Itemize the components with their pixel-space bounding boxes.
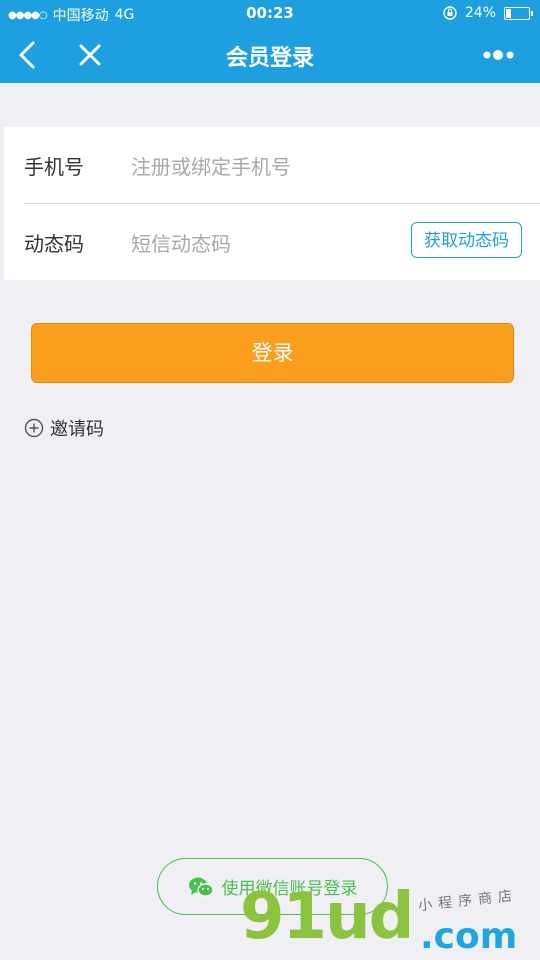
watermark: 91ud 小程序商店 .com xyxy=(240,880,530,960)
login-form: 手机号 注册或绑定手机号 动态码 短信动态码 获取动态码 xyxy=(4,127,540,280)
phone-row: 手机号 注册或绑定手机号 xyxy=(4,127,540,203)
battery-icon xyxy=(504,6,533,20)
get-code-button[interactable]: 获取动态码 xyxy=(411,222,522,258)
orientation-lock-icon xyxy=(443,6,457,20)
more-dots-icon[interactable] xyxy=(482,42,518,68)
phone-label: 手机号 xyxy=(24,155,84,179)
wechat-icon xyxy=(188,877,214,897)
invite-code-label: 邀请码 xyxy=(50,419,104,440)
watermark-logo: 91ud xyxy=(240,880,414,954)
code-row: 动态码 短信动态码 获取动态码 xyxy=(4,204,540,280)
watermark-tagline: 小程序商店 xyxy=(417,887,519,915)
login-button[interactable]: 登录 xyxy=(31,323,514,383)
battery-percent: 24% xyxy=(464,5,496,21)
plus-circle-icon xyxy=(24,418,44,438)
page-title: 会员登录 xyxy=(225,46,314,71)
invite-code-toggle[interactable]: 邀请码 xyxy=(24,415,104,441)
code-label: 动态码 xyxy=(24,232,84,256)
status-bar: ●●●●○ 中国移动 4G 00:23 24% xyxy=(0,0,540,28)
header: ●●●●○ 中国移动 4G 00:23 24% 会员登录 xyxy=(0,0,540,83)
phone-input[interactable]: 注册或绑定手机号 xyxy=(131,151,291,180)
watermark-domain: .com xyxy=(420,916,518,957)
code-input[interactable]: 短信动态码 xyxy=(131,228,231,257)
nav-bar: 会员登录 xyxy=(0,28,540,83)
